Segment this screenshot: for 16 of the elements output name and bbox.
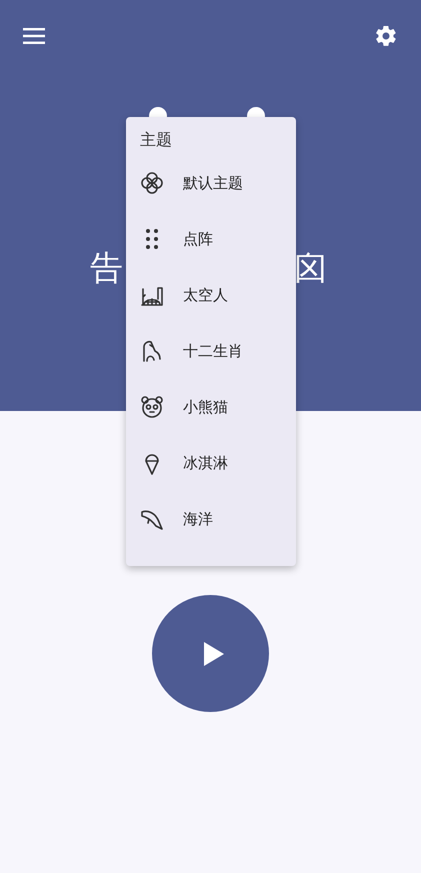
menu-item[interactable]: 默认主题 bbox=[126, 155, 296, 211]
menu-icon[interactable] bbox=[23, 28, 45, 44]
menu-item[interactable]: 点阵 bbox=[126, 211, 296, 267]
menu-item[interactable]: 小熊猫 bbox=[126, 379, 296, 435]
title-text: 告 bbox=[90, 248, 123, 288]
menu-heading: 主题 bbox=[139, 129, 173, 151]
panda-icon bbox=[140, 395, 164, 419]
menu-item[interactable]: 海洋 bbox=[126, 491, 296, 547]
settings-icon[interactable] bbox=[374, 24, 398, 48]
clover-icon bbox=[140, 171, 164, 195]
menu-item[interactable]: 十二生肖 bbox=[126, 323, 296, 379]
horse-icon bbox=[140, 339, 164, 363]
menu-item[interactable]: 太空人 bbox=[126, 267, 296, 323]
menu-item[interactable]: 冰淇淋 bbox=[126, 435, 296, 491]
title-text: 囟 bbox=[294, 248, 327, 288]
play-icon bbox=[204, 642, 224, 666]
